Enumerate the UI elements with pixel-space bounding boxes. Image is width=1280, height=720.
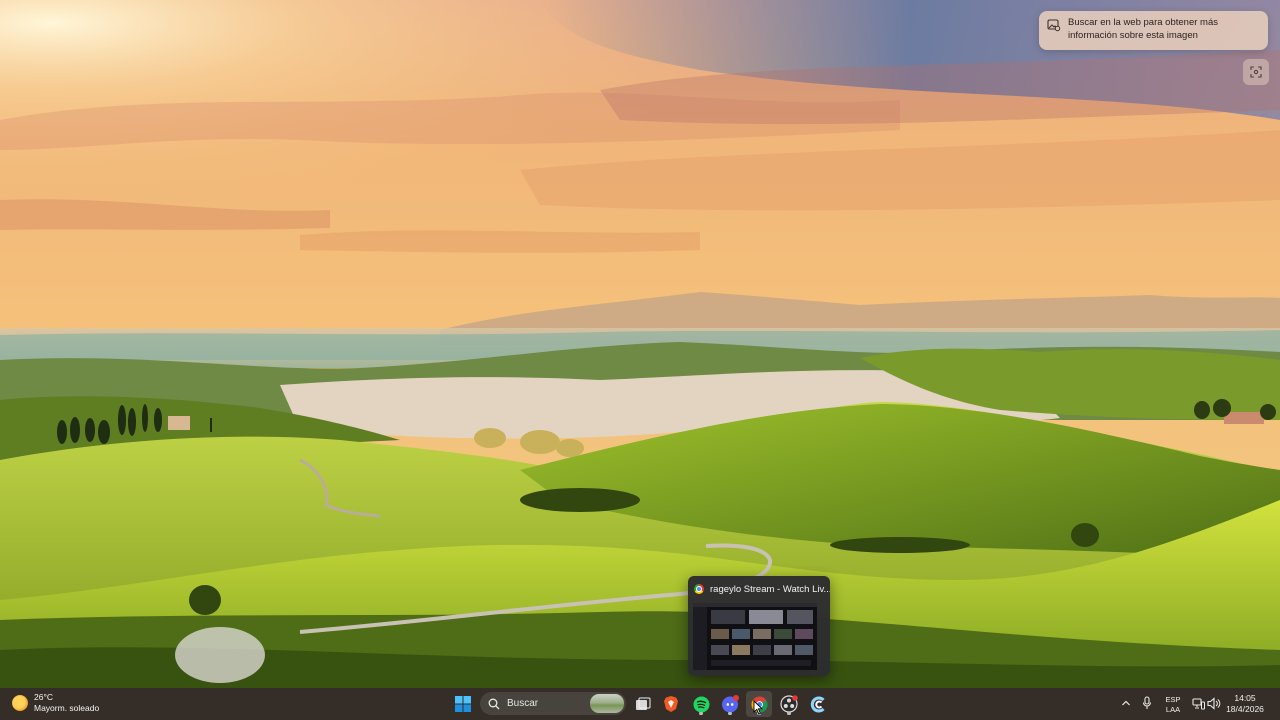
- focus-frame-icon: [1250, 66, 1262, 78]
- running-indicator: [699, 712, 703, 715]
- window-thumbnail-preview[interactable]: rageylo Stream - Watch Liv...: [688, 576, 830, 676]
- taskbar: 26°C Mayorm. soleado Buscar ESP LAA 14:0…: [0, 688, 1280, 720]
- running-indicator: [787, 712, 791, 715]
- search-highlight-image: [590, 694, 624, 713]
- taskbar-app-brave[interactable]: [658, 691, 684, 717]
- task-view-button[interactable]: [630, 691, 656, 717]
- weather-condition: Mayorm. soleado: [34, 702, 100, 713]
- weather-widget[interactable]: 26°C Mayorm. soleado: [12, 692, 99, 713]
- input-language-indicator[interactable]: ESP LAA: [1163, 695, 1183, 714]
- chrome-icon: [694, 584, 704, 594]
- sun-weather-icon: [12, 694, 28, 711]
- taskbar-app-obs[interactable]: [776, 691, 802, 717]
- weather-temperature: 26°C: [34, 692, 53, 702]
- brave-icon: [664, 696, 678, 712]
- spotify-icon: [693, 696, 709, 712]
- start-button[interactable]: [450, 691, 476, 717]
- network-icon[interactable]: [1192, 697, 1205, 710]
- taskbar-app-spotify[interactable]: [688, 691, 714, 717]
- image-search-icon: [1047, 19, 1061, 32]
- windows-start-icon: [455, 696, 471, 712]
- keyboard-layout: LAA: [1165, 704, 1181, 714]
- chevron-up-icon[interactable]: [1120, 697, 1132, 709]
- microphone-icon[interactable]: [1141, 696, 1153, 710]
- clock-date: 18/4/2026: [1226, 704, 1264, 714]
- mouse-cursor: [753, 700, 763, 715]
- language-code: ESP: [1165, 695, 1181, 704]
- desktop-wallpaper: [0, 0, 1280, 688]
- ccleaner-icon: [810, 696, 825, 712]
- preview-title: rageylo Stream - Watch Liv...: [710, 583, 830, 595]
- taskbar-app-discord[interactable]: [717, 691, 743, 717]
- system-clock[interactable]: 14:05 18/4/2026: [1225, 693, 1265, 715]
- clock-time: 14:05: [1234, 693, 1256, 703]
- spotlight-info-tooltip[interactable]: Buscar en la web para obtener más inform…: [1039, 11, 1268, 50]
- taskbar-app-ccleaner[interactable]: [805, 691, 831, 717]
- taskbar-search-box[interactable]: Buscar: [480, 692, 626, 715]
- spotlight-tooltip-text: Buscar en la web para obtener más inform…: [1068, 17, 1218, 41]
- search-placeholder: Buscar: [507, 698, 539, 709]
- discord-icon: [722, 695, 739, 713]
- obs-icon: [780, 695, 798, 713]
- running-indicator: [728, 712, 732, 715]
- spotlight-focus-button[interactable]: [1243, 59, 1269, 85]
- volume-icon[interactable]: [1207, 697, 1221, 710]
- preview-screenshot: [693, 603, 817, 670]
- search-icon: [488, 698, 500, 709]
- task-view-icon: [636, 697, 651, 710]
